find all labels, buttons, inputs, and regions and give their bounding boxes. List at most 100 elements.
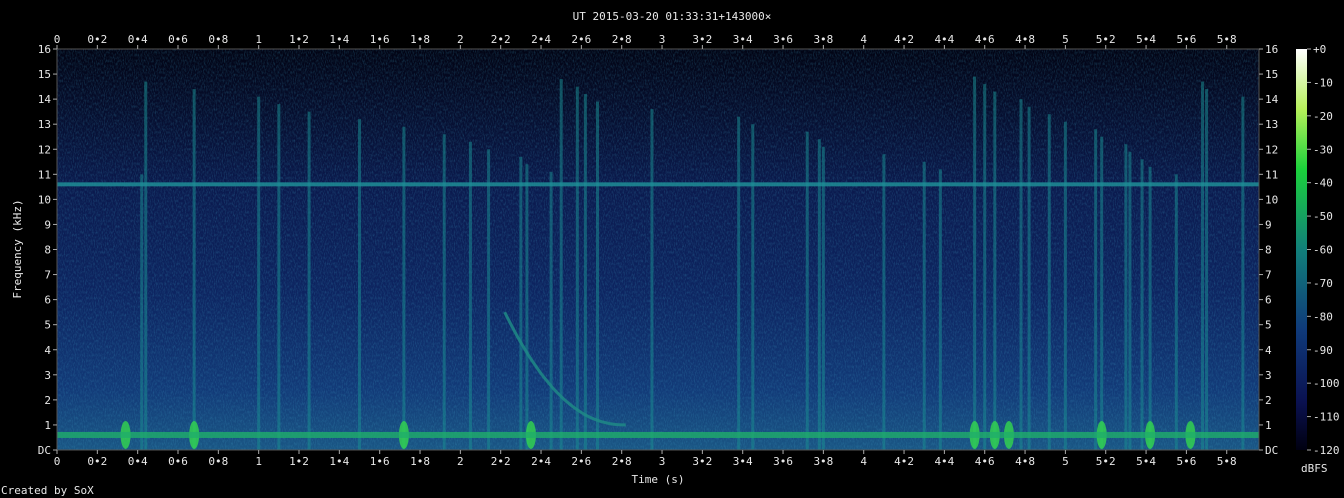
- burst-mark: [525, 164, 529, 450]
- x-tick-label-top: 1•2: [289, 33, 309, 46]
- y-tick-label-right: 2: [1265, 394, 1272, 407]
- x-tick-label: 1•8: [410, 455, 430, 468]
- x-tick-label-top: 3•2: [692, 33, 712, 46]
- y-tick-label: 6: [44, 294, 51, 307]
- burst-mark: [549, 171, 553, 450]
- x-tick-label-top: 3•6: [773, 33, 793, 46]
- burst-mark: [487, 149, 491, 450]
- x-tick-label: 1•4: [329, 455, 349, 468]
- x-tick-label-top: 4•6: [975, 33, 995, 46]
- colorbar-tick-label: +0: [1313, 43, 1326, 56]
- x-axis-label: Time (s): [632, 473, 685, 486]
- burst-mark: [468, 141, 472, 450]
- y-tick-label: 8: [44, 244, 51, 257]
- burst-mark: [595, 101, 599, 450]
- colorbar-tick-label: -10: [1313, 76, 1333, 89]
- colorbar-tick-label: -80: [1313, 310, 1333, 323]
- x-tick-label: 4•4: [934, 455, 954, 468]
- x-tick-label-top: 5•4: [1136, 33, 1156, 46]
- burst-mark: [882, 154, 886, 450]
- x-tick-label: 2: [457, 455, 464, 468]
- x-tick-label-top: 5•2: [1096, 33, 1116, 46]
- chart-title: UT 2015-03-20 01:33:31+143000×: [573, 10, 772, 23]
- x-tick-label: 2•8: [612, 455, 632, 468]
- burst-mark: [938, 169, 942, 451]
- colorbar-tick-label: -30: [1313, 143, 1333, 156]
- x-tick-label: 3•2: [692, 455, 712, 468]
- x-tick-label: 0•6: [168, 455, 188, 468]
- y-tick-label-right: 10: [1265, 193, 1278, 206]
- x-tick-label-top: 4•8: [1015, 33, 1035, 46]
- x-tick-label: 1•6: [370, 455, 390, 468]
- y-tick-label-right: 8: [1265, 244, 1272, 257]
- burst-mark: [307, 111, 311, 450]
- x-tick-label: 5: [1062, 455, 1069, 468]
- spectrogram-chart: UT 2015-03-20 01:33:31+143000× 0 0•2 0•4 0•…: [11, 10, 1340, 486]
- burst-mark: [277, 104, 281, 450]
- burst-mark: [805, 131, 809, 451]
- x-tick-label-top: 3•4: [733, 33, 753, 46]
- x-tick-label-top: 0•2: [87, 33, 107, 46]
- x-tick-label: 0•2: [87, 455, 107, 468]
- y-tick-label: 15: [38, 68, 51, 81]
- y-tick-label: 16: [38, 43, 51, 56]
- colorbar-tick-label: -50: [1313, 210, 1333, 223]
- y-tick-label: 7: [44, 269, 51, 282]
- colorbar-label: dBFS: [1301, 462, 1328, 475]
- x-tick-label: 5•8: [1217, 455, 1237, 468]
- burst-mark: [1205, 89, 1209, 450]
- burst-mark: [650, 109, 654, 451]
- y-tick-label: DC: [38, 444, 51, 457]
- x-tick-label: 5•6: [1176, 455, 1196, 468]
- y-tick-label: 13: [38, 118, 51, 131]
- y-tick-label: 14: [38, 93, 52, 106]
- burst-mark: [1201, 81, 1205, 451]
- burst-mark: [140, 174, 144, 450]
- y-tick-label-right: 3: [1265, 369, 1272, 382]
- y-tick-label-right: DC: [1265, 444, 1278, 457]
- y-tick-label: 5: [44, 319, 51, 332]
- burst-mark: [519, 156, 523, 451]
- burst-mark: [1148, 166, 1152, 450]
- y-tick-label-right: 15: [1265, 68, 1278, 81]
- x-tick-label-top: 2•8: [612, 33, 632, 46]
- x-tick-label-top: 4•2: [894, 33, 914, 46]
- burst-mark: [358, 119, 362, 451]
- x-tick-label-top: 5•6: [1176, 33, 1196, 46]
- x-tick-label-top: 4: [860, 33, 867, 46]
- burst-mark: [922, 161, 926, 450]
- x-tick-label-top: 3: [659, 33, 666, 46]
- colorbar-tick-label: -110: [1313, 411, 1340, 424]
- x-tick-label-top: 0: [54, 33, 61, 46]
- x-tick-label-top: 2: [457, 33, 464, 46]
- x-tick-label: 2•4: [531, 455, 551, 468]
- hum-line: [57, 182, 1259, 187]
- x-tick-label-top: 0•6: [168, 33, 188, 46]
- burst-mark: [1241, 96, 1245, 451]
- x-tick-label-top: 1: [255, 33, 262, 46]
- y-tick-label: 3: [44, 369, 51, 382]
- colorbar-tick-label: -40: [1313, 177, 1333, 190]
- y-tick-label-right: 9: [1265, 218, 1272, 231]
- x-tick-label: 4•8: [1015, 455, 1035, 468]
- x-tick-label-top: 0•8: [208, 33, 228, 46]
- x-tick-label: 4•2: [894, 455, 914, 468]
- x-tick-label: 2•2: [491, 455, 511, 468]
- burst-mark: [402, 126, 406, 450]
- x-tick-label-top: 3•8: [813, 33, 833, 46]
- y-tick-label-right: 13: [1265, 118, 1278, 131]
- y-tick-label-right: 14: [1265, 93, 1279, 106]
- x-tick-label-top: 2•4: [531, 33, 551, 46]
- x-tick-label: 3•6: [773, 455, 793, 468]
- y-tick-label: 2: [44, 394, 51, 407]
- x-tick-label: 4•6: [975, 455, 995, 468]
- burst-mark: [1047, 114, 1051, 450]
- y-tick-label-right: 7: [1265, 269, 1272, 282]
- colorbar-tick-label: -70: [1313, 277, 1333, 290]
- x-tick-label-top: 5•8: [1217, 33, 1237, 46]
- y-tick-label: 11: [38, 168, 51, 181]
- x-tick-label-top: 5: [1062, 33, 1069, 46]
- y-axis-label: Frequency (kHz): [11, 199, 24, 298]
- y-tick-label-right: 6: [1265, 294, 1272, 307]
- x-tick-label-top: 2•2: [491, 33, 511, 46]
